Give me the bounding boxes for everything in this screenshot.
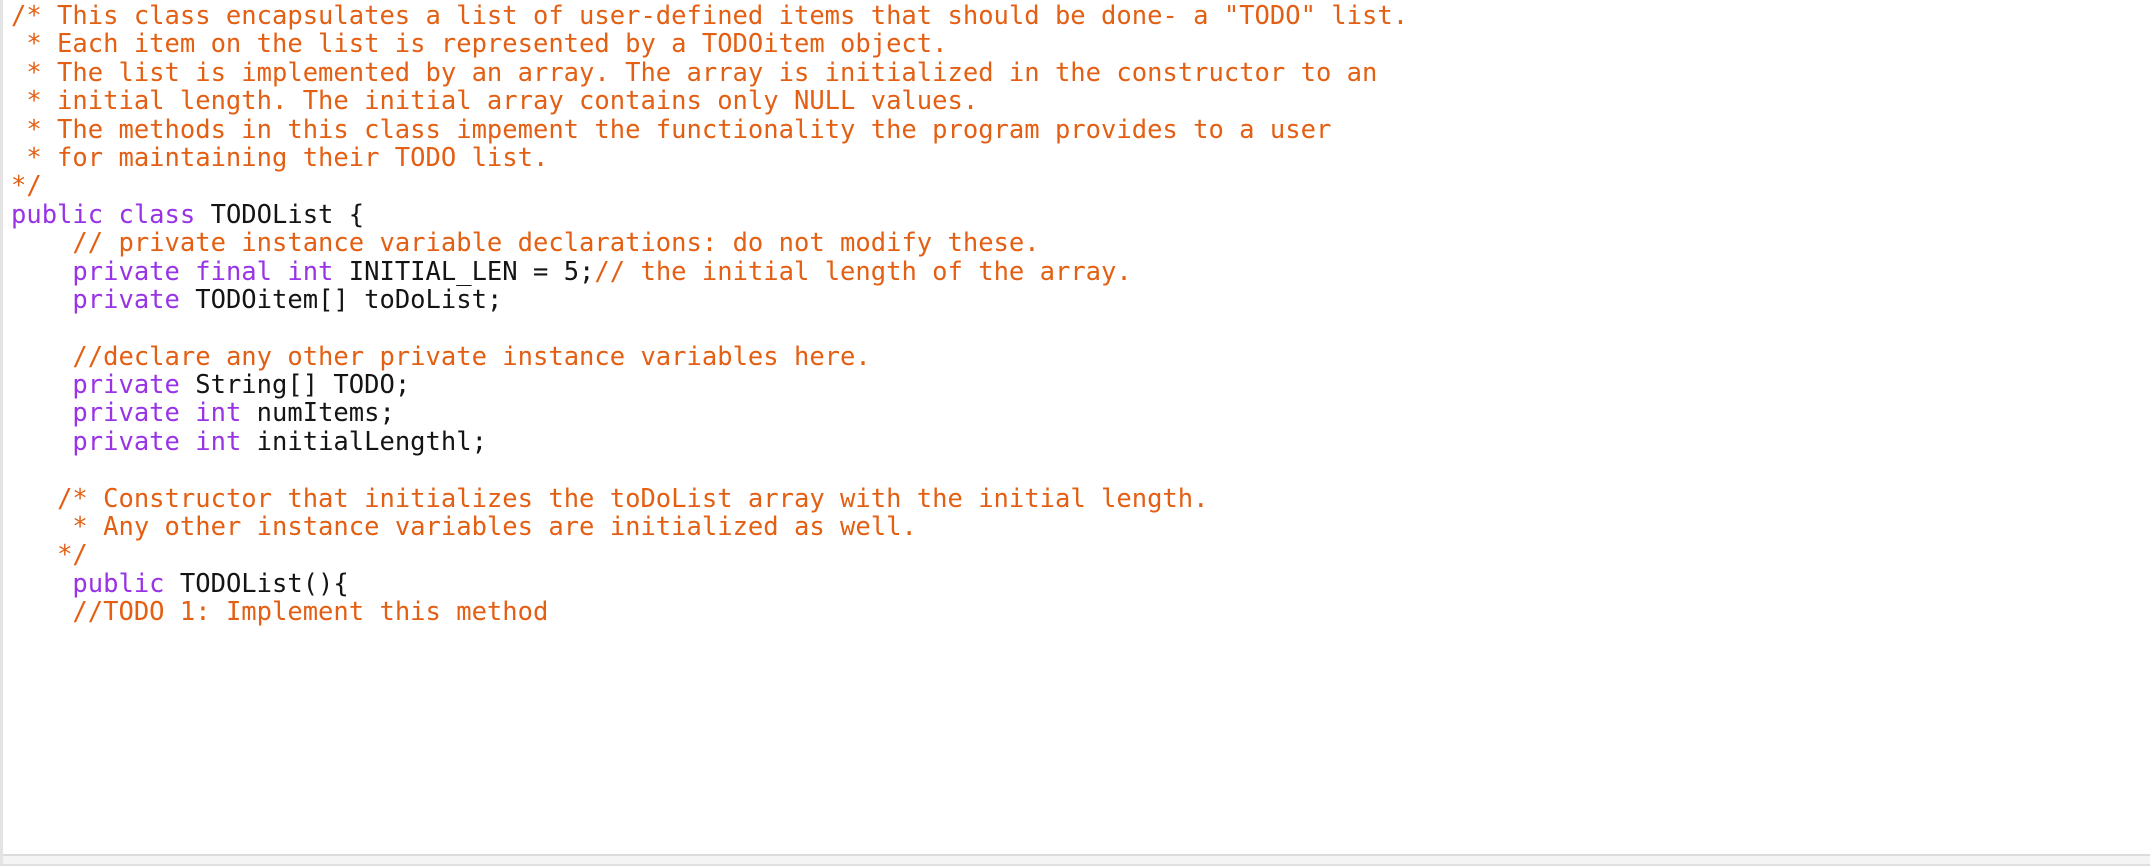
code-token-plain: TODOList(){: [179, 568, 349, 599]
code-token-comment: /* This class encapsulates a list of use…: [11, 1, 1409, 31]
code-line[interactable]: private int initialLengthl;: [3, 428, 2150, 456]
code-token-keyword: private int: [72, 426, 257, 457]
code-line[interactable]: private TODOitem[] toDoList;: [3, 286, 2150, 314]
code-line[interactable]: /* Constructor that initializes the toDo…: [3, 483, 2150, 514]
code-token-plain: numItems;: [256, 398, 395, 429]
code-token-keyword: private: [72, 284, 196, 315]
code-token-keyword: private int: [72, 398, 257, 429]
code-token-comment: // private instance variable declaration…: [72, 228, 1040, 259]
code-token-comment: // the initial length of the array.: [594, 256, 1132, 287]
code-token-keyword: public class: [11, 199, 211, 230]
code-line[interactable]: * Any other instance variables are initi…: [3, 513, 2150, 541]
code-token-comment: */: [57, 540, 88, 571]
code-token-comment: /* Constructor that initializes the toDo…: [57, 483, 1209, 514]
code-token-comment: //TODO 1: Implement this method: [72, 597, 549, 628]
code-token-keyword: public: [72, 568, 180, 599]
code-token-comment: * The list is implemented by an array. T…: [11, 57, 1378, 88]
code-line[interactable]: private int numItems;: [3, 399, 2150, 427]
code-line[interactable]: // private instance variable declaration…: [3, 229, 2150, 257]
code-line[interactable]: public class TODOList {: [3, 201, 2150, 229]
code-token-comment: //declare any other private instance var…: [72, 341, 871, 372]
code-line[interactable]: [3, 456, 2150, 484]
code-line[interactable]: * The methods in this class impement the…: [3, 114, 2150, 145]
code-token-comment: * Each item on the list is represented b…: [11, 29, 948, 60]
code-token-keyword: private: [72, 370, 196, 401]
code-token-plain: initialLengthl;: [256, 426, 487, 457]
code-line[interactable]: * initial length. The initial array cont…: [3, 87, 2150, 115]
editor-bottom-gutter: [3, 854, 2150, 864]
code-token-comment: * for maintaining their TODO list.: [11, 142, 549, 173]
code-token-keyword: private final int: [72, 256, 349, 287]
code-line[interactable]: [3, 314, 2150, 342]
code-line[interactable]: //declare any other private instance var…: [3, 341, 2150, 372]
code-token-comment: * initial length. The initial array cont…: [11, 86, 979, 117]
code-line[interactable]: */: [3, 541, 2150, 569]
code-line[interactable]: private final int INITIAL_LEN = 5;// the…: [3, 256, 2150, 287]
code-line[interactable]: //TODO 1: Implement this method: [3, 598, 2150, 626]
code-line[interactable]: public TODOList(){: [3, 570, 2150, 598]
code-line[interactable]: * for maintaining their TODO list.: [3, 144, 2150, 172]
code-token-plain: TODOitem[] toDoList;: [195, 284, 503, 315]
code-token-comment: */: [11, 171, 42, 202]
code-line[interactable]: * Each item on the list is represented b…: [3, 30, 2150, 58]
code-line[interactable]: private String[] TODO;: [3, 371, 2150, 399]
code-line[interactable]: * The list is implemented by an array. T…: [3, 59, 2150, 87]
code-token-plain: String[] TODO;: [195, 370, 411, 401]
code-token-plain: TODOList {: [210, 199, 365, 230]
code-line[interactable]: */: [3, 172, 2150, 200]
code-token-comment: * Any other instance variables are initi…: [57, 512, 917, 543]
code-line[interactable]: /* This class encapsulates a list of use…: [3, 2, 2150, 30]
code-token-comment: * The methods in this class impement the…: [11, 114, 1332, 145]
code-token-plain: INITIAL_LEN = 5;: [348, 256, 595, 287]
code-editor-pane[interactable]: /* This class encapsulates a list of use…: [0, 0, 2150, 866]
code-content-area[interactable]: /* This class encapsulates a list of use…: [3, 0, 2150, 627]
